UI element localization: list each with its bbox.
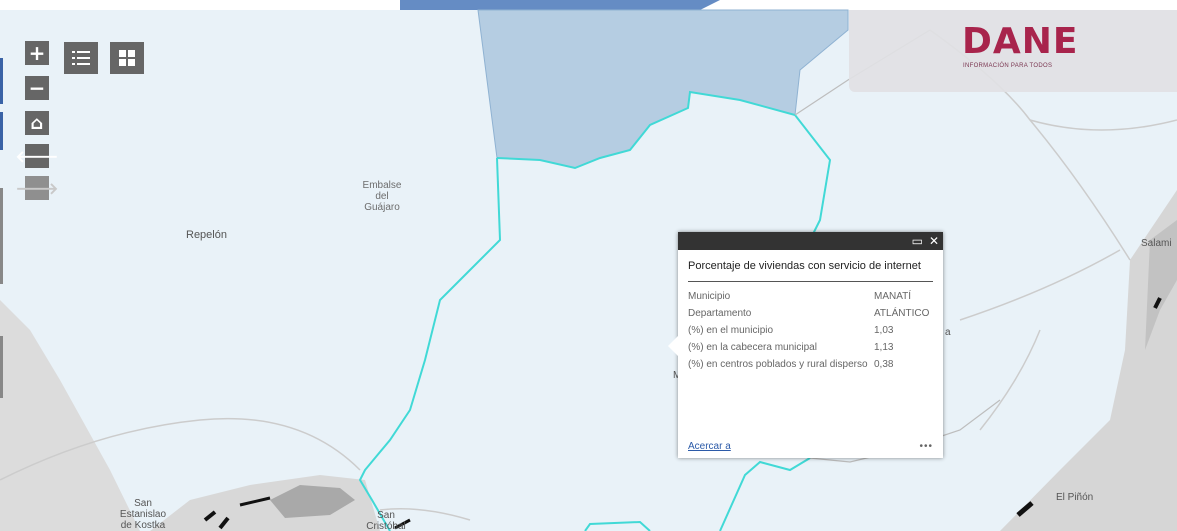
- place-label-line: Guájaro: [364, 202, 400, 213]
- popup-footer: Acercar a •••: [688, 441, 933, 452]
- place-label: Salami: [1141, 238, 1172, 249]
- attr-value: MANATÍ: [874, 291, 912, 302]
- table-row: (%) en centros poblados y rural disperso…: [688, 356, 929, 373]
- place-label: Repelón: [186, 229, 227, 241]
- place-label-line: Estanislao: [119, 509, 167, 520]
- attr-key: (%) en centros poblados y rural disperso: [688, 359, 868, 370]
- place-label-line: Cristóbal: [366, 521, 406, 531]
- place-label-san-estanislao: San Estanislao de Kostka: [108, 498, 178, 531]
- close-icon[interactable]: ✕: [929, 234, 939, 248]
- table-row: (%) en el municipio 1,03: [688, 322, 929, 339]
- list-icon: [72, 51, 90, 65]
- edge-strip: [0, 58, 3, 104]
- map-viewer: + − ⌂ 🡐 🡒 DANE INFORMACIÓN PARA TODOS Re…: [0, 0, 1177, 531]
- more-options-icon[interactable]: •••: [919, 441, 933, 452]
- attr-key: Municipio: [688, 291, 731, 302]
- popup-header: ▭ ✕: [678, 232, 943, 250]
- table-row: (%) en la cabecera municipal 1,13: [688, 339, 929, 356]
- place-label: El Piñón: [1056, 492, 1094, 503]
- edge-strip: [0, 336, 3, 398]
- zoom-out-button[interactable]: −: [25, 76, 49, 100]
- place-label-line: San: [134, 498, 152, 509]
- attr-value: 1,13: [874, 342, 894, 353]
- grid-icon: [119, 50, 135, 66]
- attr-value: 1,03: [874, 325, 894, 336]
- table-row: Municipio MANATÍ: [688, 288, 929, 305]
- attr-key: Departamento: [688, 308, 752, 319]
- attr-key: (%) en la cabecera municipal: [688, 342, 817, 353]
- place-label-line: Embalse: [362, 180, 402, 191]
- popup-title: Porcentaje de viviendas con servicio de …: [688, 260, 933, 282]
- attribute-table: Municipio MANATÍ Departamento ATLÁNTICO …: [688, 288, 929, 373]
- zoom-to-link[interactable]: Acercar a: [688, 441, 731, 452]
- info-popup: ▭ ✕ Porcentaje de viviendas con servicio…: [668, 232, 943, 458]
- attr-value: ATLÁNTICO: [874, 308, 930, 319]
- basemap-button[interactable]: [110, 42, 144, 74]
- place-label-line: del: [375, 191, 389, 202]
- dane-tagline: INFORMACIÓN PARA TODOS: [963, 63, 1053, 69]
- home-button[interactable]: ⌂: [25, 111, 49, 135]
- attr-key: (%) en el municipio: [688, 325, 774, 336]
- forward-button[interactable]: 🡒: [16, 176, 58, 200]
- popup-pointer: [668, 336, 678, 356]
- logo-panel: DANE INFORMACIÓN PARA TODOS: [849, 10, 1177, 92]
- place-label-line: de Kostka: [120, 520, 166, 531]
- attr-value: 0,38: [874, 359, 894, 370]
- table-row: Departamento ATLÁNTICO: [688, 305, 929, 322]
- back-button[interactable]: 🡐: [16, 144, 58, 168]
- edge-strip: [0, 112, 3, 150]
- zoom-in-button[interactable]: +: [25, 41, 49, 65]
- dane-logo: DANE: [962, 21, 1079, 62]
- legend-button[interactable]: [64, 42, 98, 74]
- place-label-embalse: Embalse del Guájaro: [352, 180, 412, 213]
- edge-strip: [0, 188, 3, 284]
- place-label: a: [945, 327, 951, 338]
- top-banner: [400, 0, 720, 10]
- maximize-icon[interactable]: ▭: [912, 234, 923, 248]
- place-label-san-cristobal: San Cristóbal: [356, 510, 416, 531]
- place-label-line: San: [377, 510, 395, 521]
